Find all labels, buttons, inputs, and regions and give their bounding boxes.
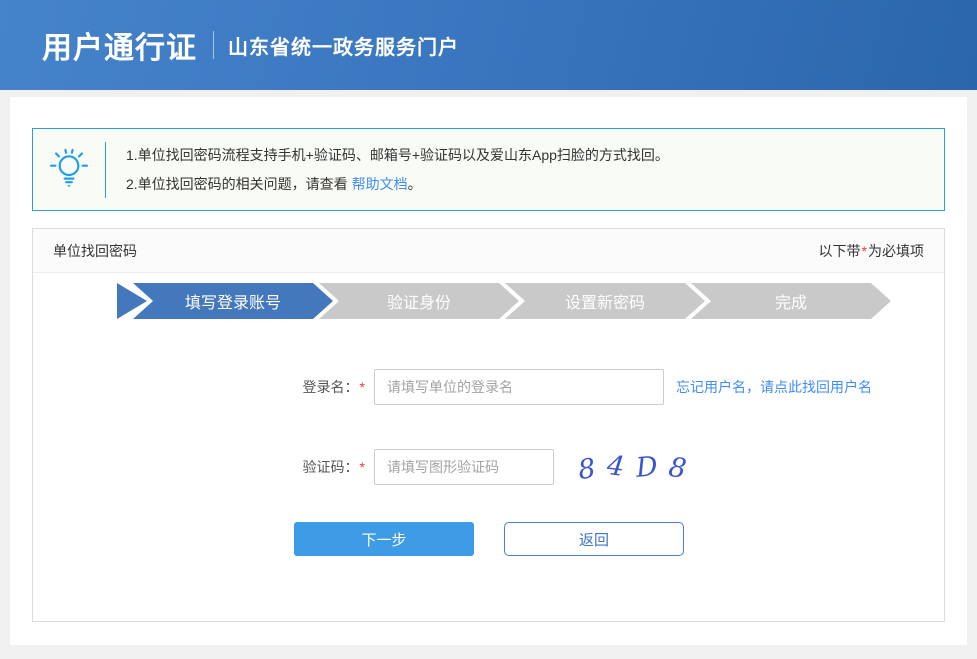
captcha-required-asterisk: *	[359, 459, 366, 475]
button-row: 下一步 返回	[294, 522, 944, 556]
captcha-char: 8	[576, 452, 597, 485]
page: 用户通行证 山东省统一政务服务门户	[0, 0, 977, 645]
stepper: 填写登录账号 验证身份 设置新密码 完成	[117, 283, 944, 319]
login-name-label: 登录名：*	[273, 377, 366, 397]
required-note-prefix: 以下带	[819, 243, 861, 259]
required-asterisk: *	[861, 243, 868, 259]
captcha-char: 8	[666, 451, 688, 484]
title-divider	[213, 31, 214, 59]
step-fill-login-account: 填写登录账号	[133, 283, 333, 319]
header-bar: 用户通行证 山东省统一政务服务门户	[0, 0, 977, 90]
notice-line-2: 2.单位找回密码的相关问题，请查看 帮助文档。	[126, 170, 669, 199]
brand: 用户通行证 山东省统一政务服务门户	[42, 23, 459, 67]
help-doc-link[interactable]: 帮助文档	[352, 176, 408, 192]
notice-line-1: 1.单位找回密码流程支持手机+验证码、邮箱号+验证码以及爱山东App扫脸的方式找…	[126, 141, 669, 170]
step-label: 填写登录账号	[185, 289, 281, 313]
notice-line-2-suffix: 。	[408, 176, 422, 192]
next-step-button[interactable]: 下一步	[294, 522, 474, 556]
back-button[interactable]: 返回	[504, 522, 684, 556]
captcha-char: 4	[605, 450, 626, 483]
step-label: 设置新密码	[565, 289, 645, 313]
captcha-label: 验证码：*	[273, 457, 366, 477]
step-label: 验证身份	[387, 289, 451, 313]
portal-subtitle: 山东省统一政务服务门户	[228, 31, 459, 60]
required-note-suffix: 为必填项	[868, 243, 924, 259]
step-set-new-password: 设置新密码	[505, 283, 705, 319]
login-name-label-text: 登录名：	[303, 379, 359, 395]
step-verify-identity: 验证身份	[319, 283, 519, 319]
step-complete: 完成	[691, 283, 891, 319]
lightbulb-icon	[33, 147, 105, 193]
step-label: 完成	[775, 289, 807, 313]
captcha-char: D	[634, 451, 658, 484]
notice-box: 1.单位找回密码流程支持手机+验证码、邮箱号+验证码以及爱山东App扫脸的方式找…	[32, 128, 945, 211]
notice-line-2-prefix: 2.单位找回密码的相关问题，请查看	[126, 176, 352, 192]
recover-password-panel: 单位找回密码 以下带*为必填项 填写登录账号 验证身份 设置新密码 完成	[32, 228, 945, 622]
captcha-input[interactable]	[374, 449, 554, 485]
captcha-row: 验证码：* 8 4 D 8	[273, 447, 944, 487]
page-title: 用户通行证	[42, 23, 197, 67]
forgot-username-link[interactable]: 忘记用户名，请点此找回用户名	[676, 377, 872, 397]
panel-title: 单位找回密码	[53, 241, 137, 261]
captcha-image[interactable]: 8 4 D 8	[572, 447, 692, 487]
login-required-asterisk: *	[359, 379, 366, 395]
notice-text: 1.单位找回密码流程支持手机+验证码、邮箱号+验证码以及爱山东App扫脸的方式找…	[106, 141, 669, 199]
captcha-label-text: 验证码：	[303, 459, 359, 475]
content-card: 1.单位找回密码流程支持手机+验证码、邮箱号+验证码以及爱山东App扫脸的方式找…	[10, 97, 967, 645]
login-name-input[interactable]	[374, 369, 664, 405]
required-note: 以下带*为必填项	[819, 241, 924, 261]
panel-header: 单位找回密码 以下带*为必填项	[33, 229, 944, 273]
login-name-row: 登录名：* 忘记用户名，请点此找回用户名	[273, 369, 944, 405]
